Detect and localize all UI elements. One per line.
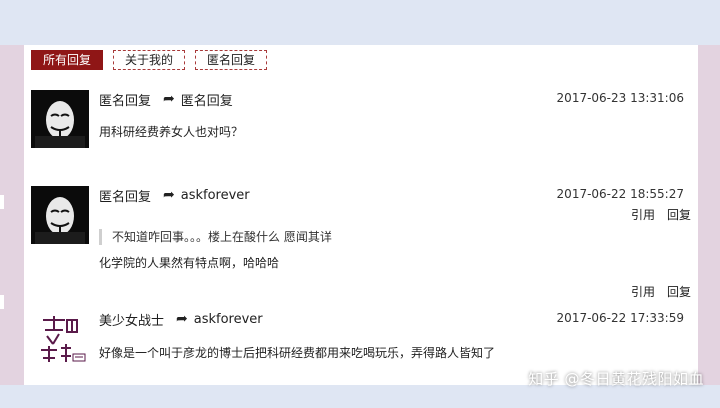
reply-content: 化学院的人果然有特点啊，哈哈哈 [99, 256, 280, 270]
reply-author[interactable]: 匿名回复 [99, 90, 151, 109]
reply-item: 匿名回复 ➦ askforever 2017-06-22 18:55:27 不知… [31, 186, 691, 306]
reply-button[interactable]: 回复 [667, 283, 691, 300]
reply-time: 2017-06-23 13:31:06 [556, 91, 684, 105]
reply-meta: 匿名回复 ➦ askforever [99, 186, 250, 205]
reply-target[interactable]: askforever [194, 312, 263, 327]
watermark: 知乎 @冬日黄花残阳如血 [528, 370, 704, 388]
reply-time: 2017-06-22 18:55:27 [556, 187, 684, 201]
tab-about-me[interactable]: 关于我的 [113, 50, 186, 70]
share-arrow-icon: ➦ [163, 187, 175, 203]
reply-meta: 匿名回复 ➦ 匿名回复 [99, 90, 233, 109]
share-arrow-icon: ➦ [163, 91, 175, 107]
mask-avatar-icon[interactable] [31, 186, 89, 244]
reply-target[interactable]: askforever [181, 188, 250, 203]
tab-anonymous-replies[interactable]: 匿名回复 [195, 50, 268, 70]
reply-target[interactable]: 匿名回复 [181, 90, 233, 109]
reply-actions: 引用 回复 [631, 283, 691, 300]
comments-panel: 所有回复 关于我的 匿名回复 匿名回复 ➦ 匿名回复 2017-06-23 13… [24, 45, 698, 385]
reply-content: 好像是一个叫于彦龙的博士后把科研经费都用来吃喝玩乐，弄得路人皆知了 [99, 346, 496, 360]
side-notch [0, 295, 4, 309]
quote-button[interactable]: 引用 [631, 283, 655, 300]
filter-tabs: 所有回复 关于我的 匿名回复 [31, 50, 268, 70]
tab-all-replies[interactable]: 所有回复 [31, 50, 104, 70]
reply-time: 2017-06-22 17:33:59 [556, 311, 684, 325]
calligraphy-logo-avatar-icon[interactable] [31, 310, 89, 368]
reply-quote: 不知道咋回事。。。楼上在酸什么 愿闻其详 [99, 229, 332, 245]
reply-meta: 美少女战士 ➦ askforever [99, 310, 263, 329]
reply-author[interactable]: 匿名回复 [99, 186, 151, 205]
share-arrow-icon: ➦ [176, 311, 188, 327]
left-side-strip [0, 45, 24, 385]
side-notch [0, 195, 4, 209]
reply-content: 用科研经费养女人也对吗？ [99, 125, 244, 139]
mask-avatar-icon[interactable] [31, 90, 89, 148]
right-side-strip [698, 45, 720, 385]
reply-author[interactable]: 美少女战士 [99, 310, 164, 329]
